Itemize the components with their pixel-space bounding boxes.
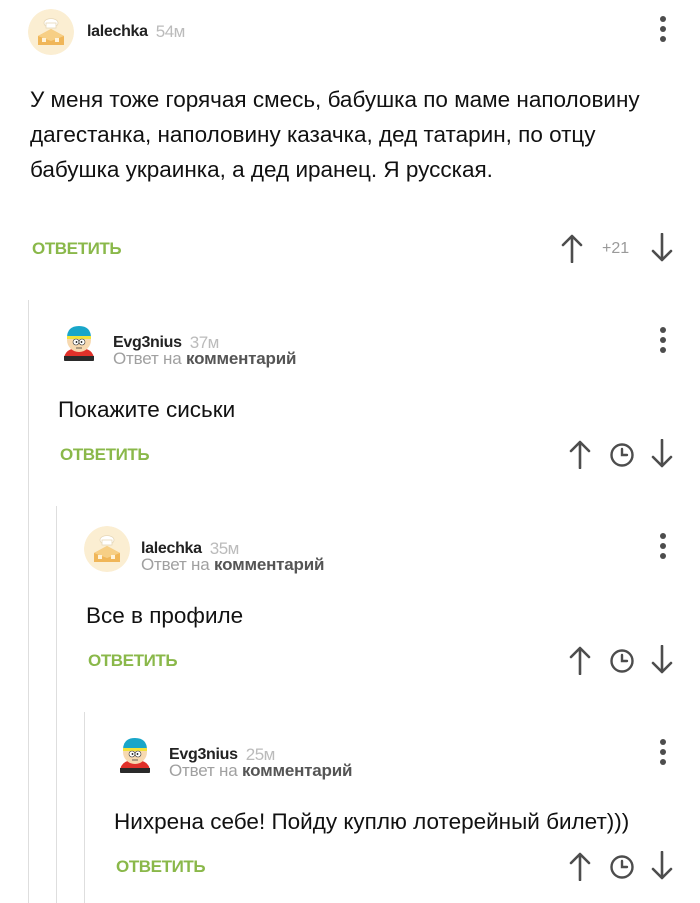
reply-to-link[interactable]: комментарий xyxy=(242,761,352,780)
clock-icon[interactable] xyxy=(609,442,635,468)
reply-to-info: Ответ на комментарий xyxy=(113,349,296,369)
arrow-up-icon[interactable] xyxy=(569,851,591,881)
more-vertical-icon[interactable] xyxy=(658,739,668,769)
reply-to-info: Ответ на комментарий xyxy=(169,761,352,781)
cartman-avatar-icon[interactable] xyxy=(56,320,102,366)
more-vertical-icon[interactable] xyxy=(658,533,668,563)
comment-text: Покажите сиськи xyxy=(58,397,236,422)
comment-time: 54м xyxy=(155,22,186,41)
arrow-down-icon[interactable] xyxy=(651,645,673,675)
clock-icon[interactable] xyxy=(609,648,635,674)
clock-icon[interactable] xyxy=(609,854,635,880)
arrow-down-icon[interactable] xyxy=(651,439,673,469)
thread-line-level-2 xyxy=(56,506,57,903)
reply-button[interactable]: ОТВЕТИТЬ xyxy=(60,445,150,465)
reply-button[interactable]: ОТВЕТИТЬ xyxy=(88,651,178,671)
arrow-down-icon[interactable] xyxy=(651,233,673,263)
more-vertical-icon[interactable] xyxy=(658,327,668,357)
reply-to-info: Ответ на комментарий xyxy=(141,555,324,575)
cartman-avatar-icon[interactable] xyxy=(112,732,158,778)
comment-text: Нихрена себе! Пойду куплю лотерейный бил… xyxy=(114,809,630,834)
thread-line-level-3 xyxy=(84,712,85,903)
comment-header: lalechka 54м xyxy=(28,9,185,55)
comment-text: Все в профиле xyxy=(86,603,244,628)
comment-text: У меня тоже горячая смесь, бабушка по ма… xyxy=(30,87,640,182)
reply-to-prefix: Ответ на xyxy=(169,761,238,780)
reply-button[interactable]: ОТВЕТИТЬ xyxy=(32,239,122,259)
arrow-up-icon[interactable] xyxy=(569,439,591,469)
more-vertical-icon[interactable] xyxy=(658,16,668,46)
arrow-up-icon[interactable] xyxy=(561,233,583,263)
rating-score: +21 xyxy=(602,240,630,257)
reply-to-link[interactable]: комментарий xyxy=(214,555,324,574)
reply-button[interactable]: ОТВЕТИТЬ xyxy=(116,857,206,877)
arrow-up-icon[interactable] xyxy=(569,645,591,675)
reply-to-prefix: Ответ на xyxy=(113,349,182,368)
reply-to-link[interactable]: комментарий xyxy=(186,349,296,368)
thread-line-level-1 xyxy=(28,300,29,903)
author-name[interactable]: lalechka xyxy=(87,23,148,41)
cake-avatar-icon[interactable] xyxy=(84,526,130,572)
cake-avatar-icon[interactable] xyxy=(28,9,74,55)
reply-to-prefix: Ответ на xyxy=(141,555,210,574)
arrow-down-icon[interactable] xyxy=(651,851,673,881)
